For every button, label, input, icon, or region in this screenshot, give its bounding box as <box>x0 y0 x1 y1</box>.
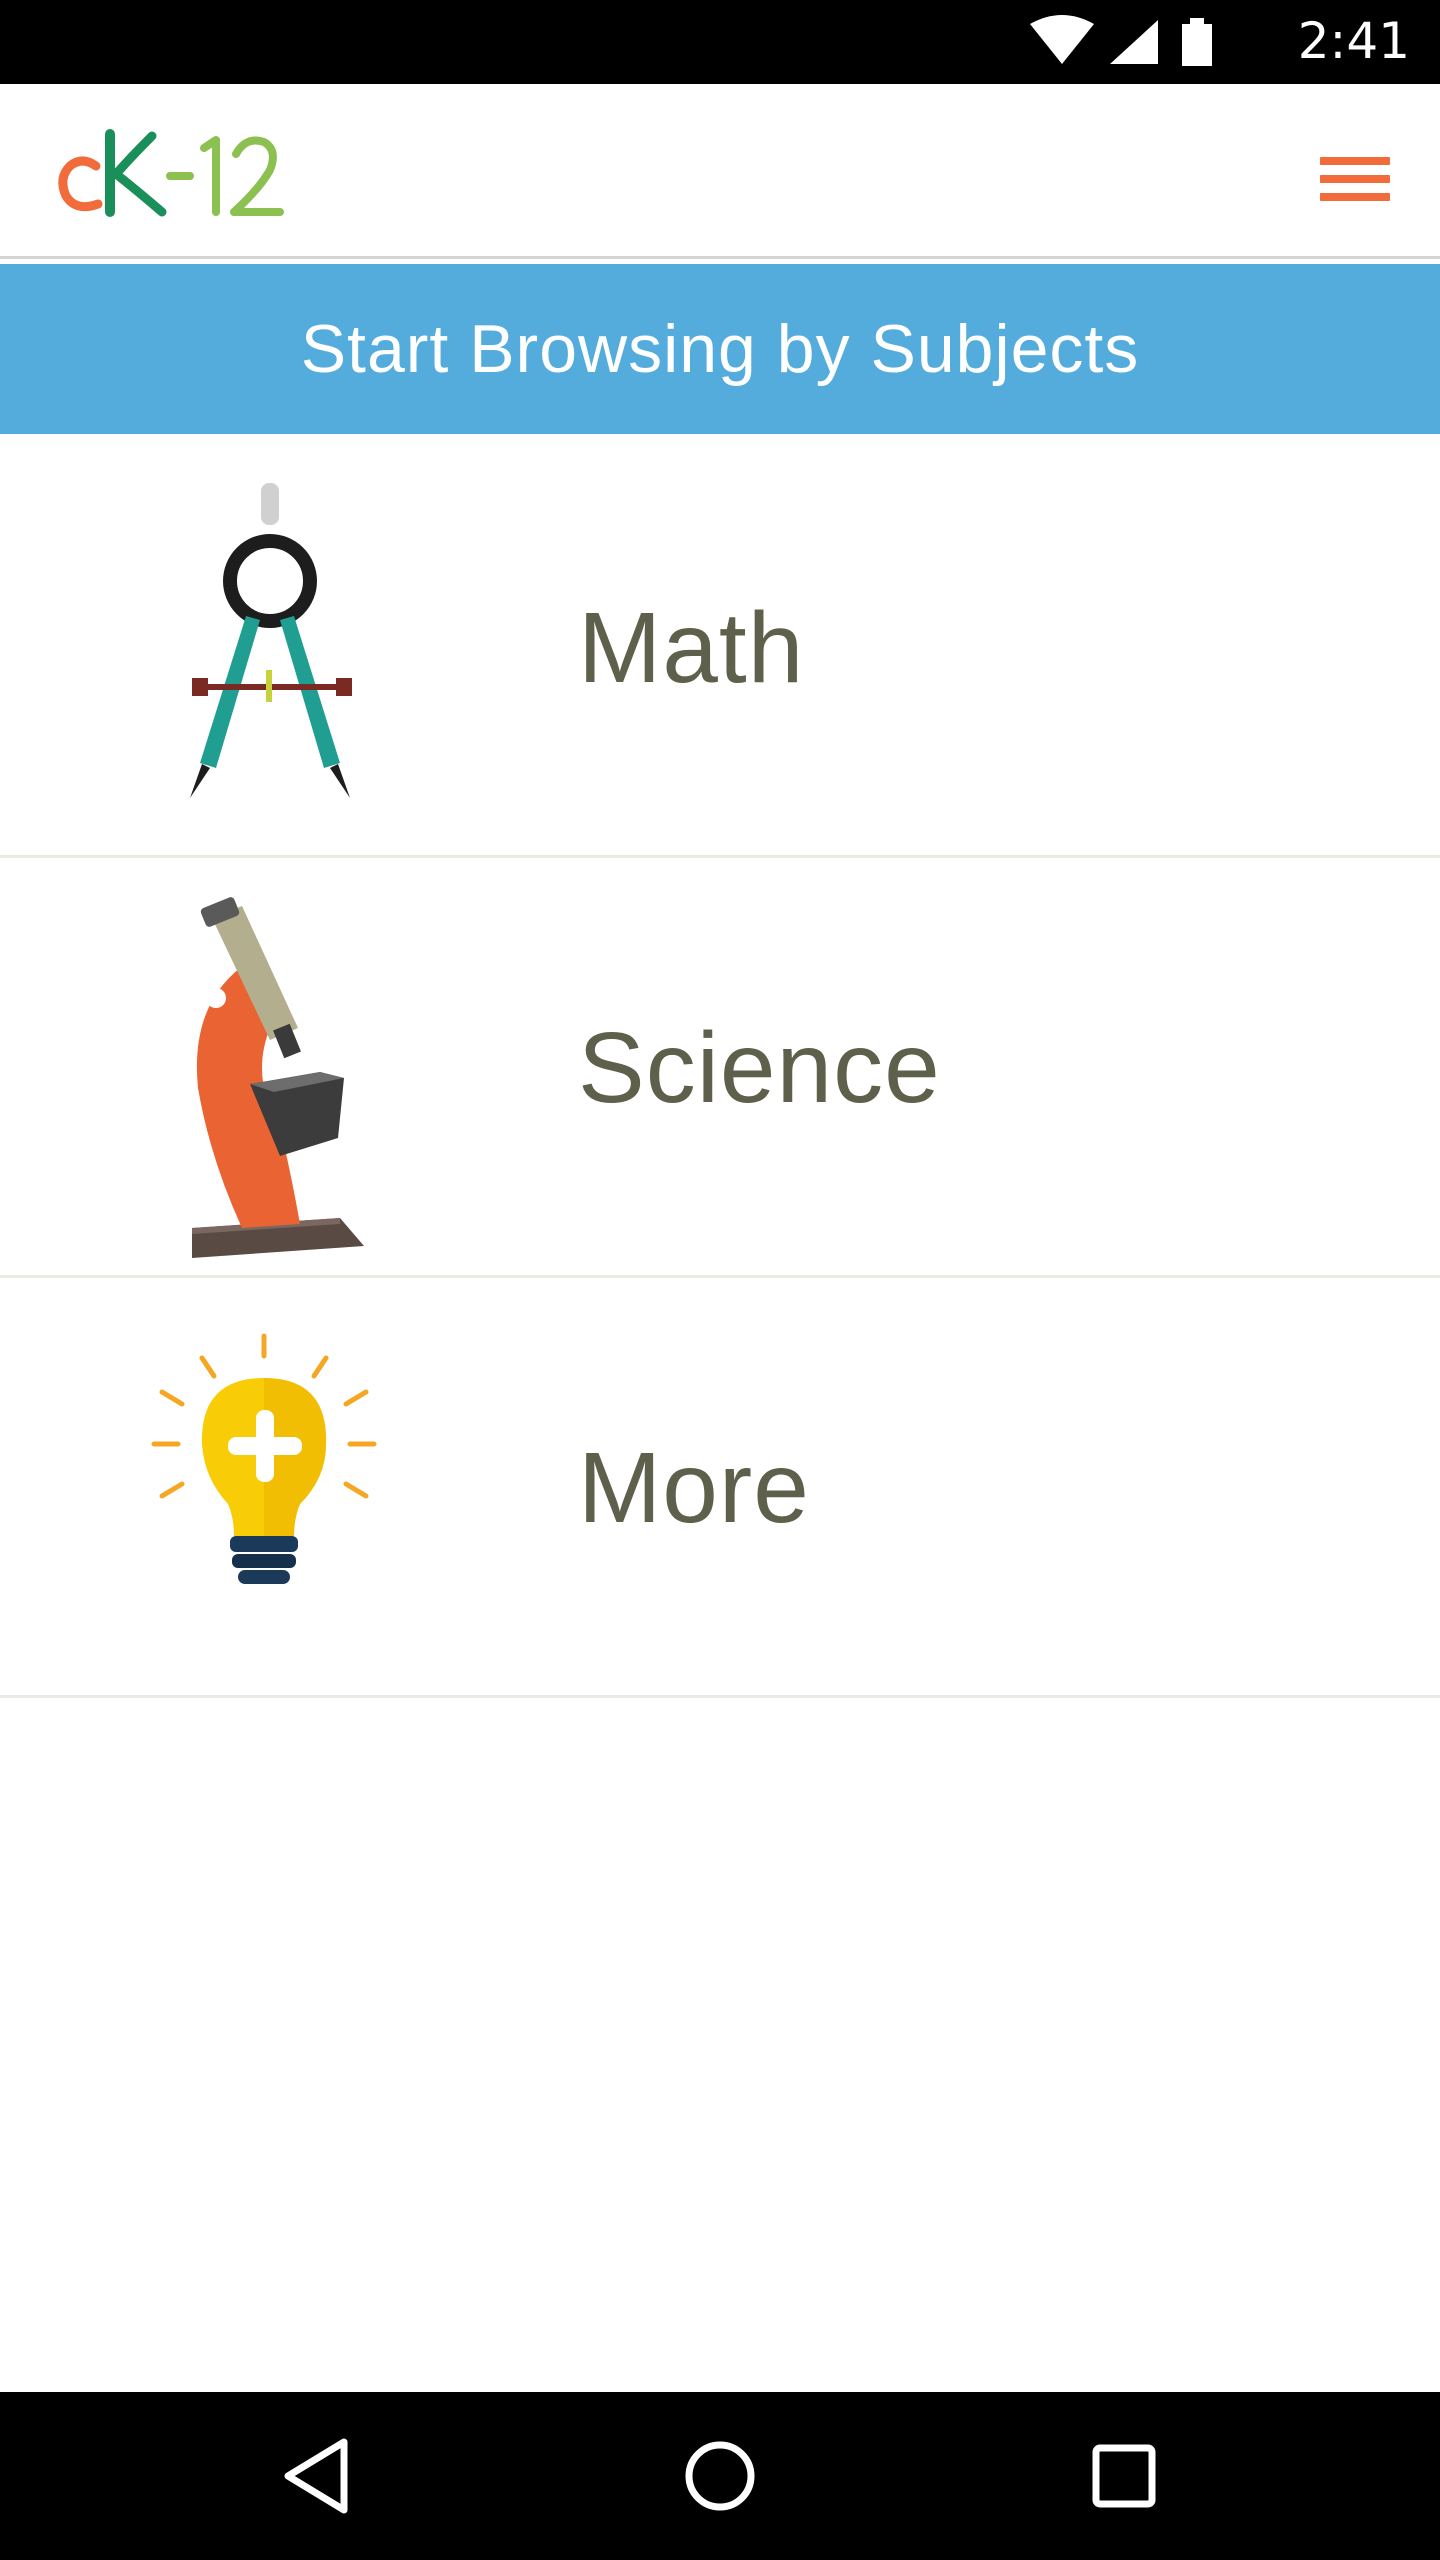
banner-title: Start Browsing by Subjects <box>300 311 1140 387</box>
menu-bar-top <box>1320 157 1390 165</box>
hamburger-menu-icon[interactable] <box>1310 142 1400 216</box>
status-icons <box>1030 15 1212 66</box>
subject-item-math[interactable]: Math <box>0 438 1440 858</box>
subject-list: Math Science More <box>0 438 1440 1698</box>
subject-item-science[interactable]: Science <box>0 858 1440 1278</box>
menu-bar-middle <box>1320 175 1390 183</box>
back-icon[interactable] <box>266 2426 366 2526</box>
ck12-logo[interactable] <box>52 126 292 226</box>
subject-label-more: More <box>578 1431 810 1544</box>
system-nav-bar <box>0 2392 1440 2560</box>
wifi-icon <box>1030 15 1094 64</box>
lightbulb-icon <box>151 1333 377 1584</box>
status-time: 2:41 <box>1297 12 1410 70</box>
recents-icon[interactable] <box>1074 2426 1174 2526</box>
compass-icon <box>190 483 352 798</box>
subject-label-science: Science <box>578 1011 941 1124</box>
signal-icon <box>1110 20 1158 64</box>
home-icon[interactable] <box>670 2426 770 2526</box>
subject-item-more[interactable]: More <box>0 1278 1440 1698</box>
subject-label-math: Math <box>578 591 805 704</box>
battery-icon <box>1182 18 1212 66</box>
subjects-banner: Start Browsing by Subjects <box>0 264 1440 434</box>
status-bar: 2:41 <box>0 0 1440 84</box>
app-header <box>0 84 1440 259</box>
microscope-icon <box>192 897 364 1258</box>
menu-bar-bottom <box>1320 193 1390 201</box>
